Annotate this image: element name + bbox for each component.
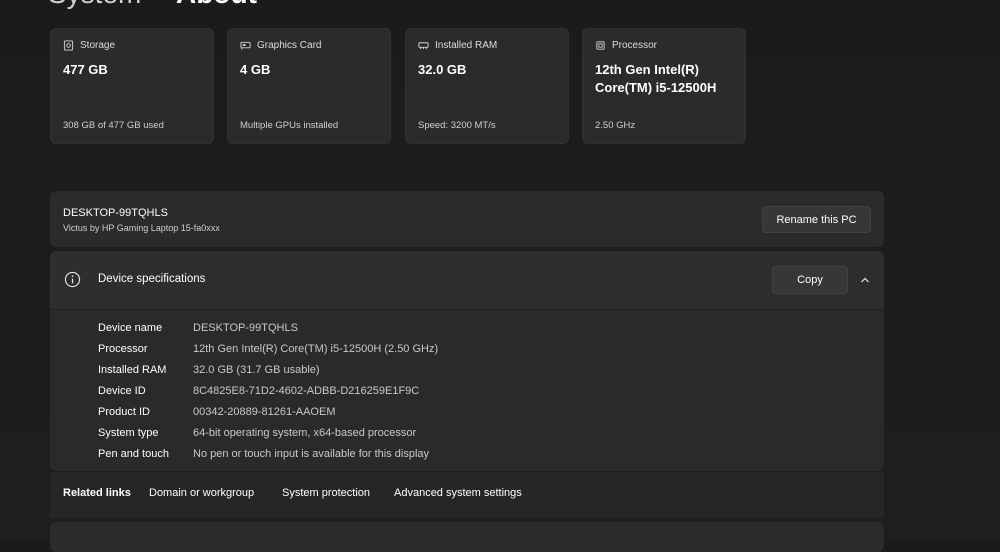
pc-name-panel: DESKTOP-99TQHLS Victus by HP Gaming Lapt… [50,191,884,247]
spec-rows: Device name DESKTOP-99TQHLS Processor 12… [98,317,438,464]
spec-value: 12th Gen Intel(R) Core(TM) i5-12500H (2.… [193,342,439,355]
spec-row-installed-ram: Installed RAM 32.0 GB (31.7 GB usable) [98,359,438,380]
info-icon [64,271,81,288]
graphics-card-label: Graphics Card [257,40,322,51]
spec-key: Product ID [98,405,150,418]
spec-row-product-id: Product ID 00342-20889-81261-AAOEM [98,401,438,422]
spec-key: Device ID [98,384,146,397]
spec-row-device-name: Device name DESKTOP-99TQHLS [98,317,438,338]
spec-key: System type [98,426,159,439]
device-specifications-header[interactable]: Device specifications Copy [50,251,884,310]
related-links-title: Related links [63,487,131,499]
storage-sub: 308 GB of 477 GB used [63,120,164,131]
processor-sub: 2.50 GHz [595,120,636,131]
spec-row-processor: Processor 12th Gen Intel(R) Core(TM) i5-… [98,338,438,359]
spec-value: No pen or touch input is available for t… [193,447,430,460]
ram-label: Installed RAM [435,40,498,51]
spec-key: Installed RAM [98,363,167,376]
rename-pc-button[interactable]: Rename this PC [762,206,871,233]
domain-or-workgroup-link[interactable]: Domain or workgroup [149,487,254,499]
breadcrumb-system[interactable]: System [48,0,141,10]
spec-key: Device name [98,321,163,334]
graphics-card-icon [240,41,251,50]
spec-value: 32.0 GB (31.7 GB usable) [193,363,320,376]
spec-row-device-id: Device ID 8C4825E8-71D2-4602-ADBB-D21625… [98,380,438,401]
processor-label: Processor [612,40,658,51]
spec-value: 00342-20889-81261-AAOEM [193,405,336,418]
copy-button[interactable]: Copy [772,266,848,294]
breadcrumb-separator: › [155,0,162,6]
breadcrumb-current: About [176,0,257,10]
spec-key: Pen and touch [98,447,169,460]
pc-model: Victus by HP Gaming Laptop 15-fa0xxx [63,223,220,233]
spec-value: 8C4825E8-71D2-4602-ADBB-D216259E1F9C [193,384,420,397]
storage-card[interactable]: Storage 477 GB 308 GB of 477 GB used [50,28,214,144]
spec-value: 64-bit operating system, x64-based proce… [193,426,417,439]
chevron-up-icon[interactable] [860,275,870,285]
storage-label: Storage [80,40,116,51]
spec-key: Processor [98,342,148,355]
device-specifications-title: Device specifications [98,273,206,285]
spec-row-pen-and-touch: Pen and touch No pen or touch input is a… [98,443,438,464]
ram-card[interactable]: Installed RAM 32.0 GB Speed: 3200 MT/s [405,28,569,144]
next-panel [50,522,884,552]
page-title: System › About [48,0,257,10]
pc-name: DESKTOP-99TQHLS [63,207,168,219]
device-specifications-panel: Device specifications Copy Device name D… [50,251,884,471]
storage-value: 477 GB [63,62,108,77]
ram-sub: Speed: 3200 MT/s [418,120,496,131]
storage-icon [63,40,74,51]
processor-value: 12th Gen Intel(R) Core(TM) i5-12500H [595,62,717,95]
ram-icon [418,42,429,50]
processor-card[interactable]: Processor 12th Gen Intel(R) Core(TM) i5-… [582,28,746,144]
ram-value: 32.0 GB [418,62,467,77]
system-protection-link[interactable]: System protection [282,487,370,499]
graphics-card-sub: Multiple GPUs installed [240,120,339,131]
processor-icon [596,41,605,50]
spec-value: DESKTOP-99TQHLS [193,321,298,334]
graphics-card-card[interactable]: Graphics Card 4 GB Multiple GPUs install… [227,28,391,144]
spec-row-system-type: System type 64-bit operating system, x64… [98,422,438,443]
graphics-card-value: 4 GB [240,62,271,77]
advanced-system-settings-link[interactable]: Advanced system settings [394,487,522,499]
related-links-bar: Related links Domain or workgroup System… [50,472,884,518]
